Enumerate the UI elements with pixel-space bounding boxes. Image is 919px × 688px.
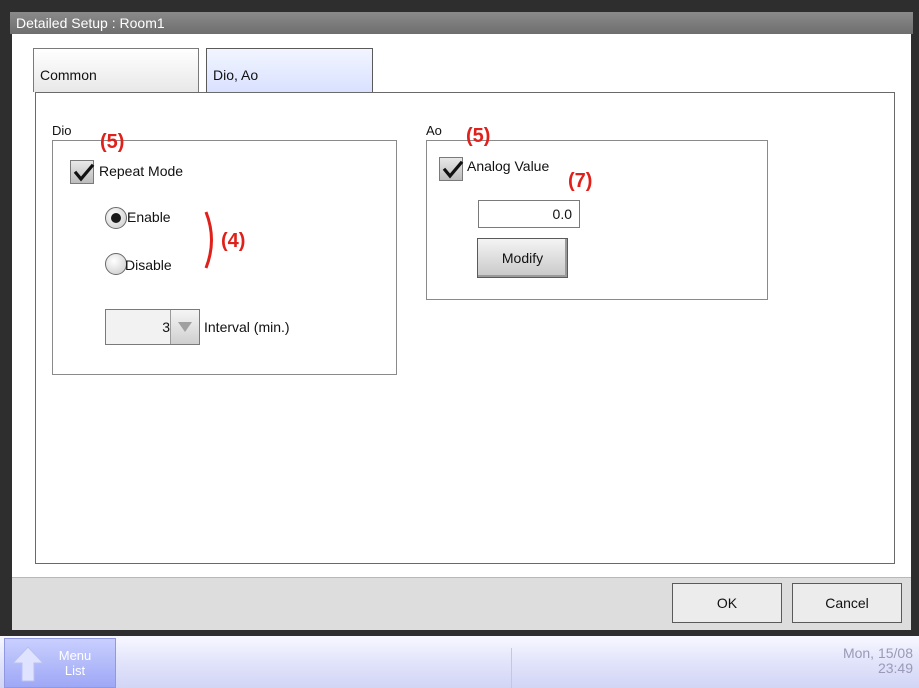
checkmark-icon (442, 160, 464, 179)
radio-enable[interactable] (105, 207, 127, 229)
radio-disable[interactable] (105, 253, 127, 275)
menu-label: Menu (58, 648, 92, 663)
dropdown-arrow-icon[interactable] (170, 310, 199, 344)
menu-list-button[interactable]: Menu List (4, 638, 116, 688)
dio-label-spacer (60, 124, 104, 140)
ok-button[interactable]: OK (672, 583, 782, 623)
clock-time: 23:49 (877, 660, 913, 676)
radio-enable-label: Enable (127, 209, 171, 225)
clock-date: Mon, 15/08 (842, 645, 913, 661)
analog-value-checkbox[interactable] (439, 157, 464, 181)
annotation-ao-checkbox: (5) (466, 125, 491, 147)
up-arrow-icon (11, 646, 45, 682)
checkmark-icon (73, 163, 95, 182)
ao-group-label: Ao (426, 123, 442, 138)
modify-button[interactable]: Modify (477, 238, 568, 278)
list-label: List (64, 663, 86, 678)
window-title: Detailed Setup : Room1 (10, 12, 913, 34)
clock: Mon, 15/08 23:49 (843, 646, 913, 676)
annotation-ao-value: (7) (568, 170, 593, 192)
tab-dio-ao[interactable]: Dio, Ao (206, 48, 373, 94)
annotation-dio-checkbox: (5) (100, 131, 125, 153)
analog-value-field[interactable]: 0.0 (478, 200, 580, 228)
repeat-mode-checkbox[interactable] (70, 160, 95, 184)
radio-disable-label: Disable (125, 257, 172, 273)
analog-value-label: Analog Value (467, 158, 550, 174)
repeat-mode-label: Repeat Mode (99, 163, 184, 179)
annotation-radio-group: (4) (221, 230, 246, 252)
cancel-button[interactable]: Cancel (792, 583, 902, 623)
interval-select[interactable]: 3 (105, 309, 200, 345)
taskbar (0, 636, 919, 688)
tab-common[interactable]: Common (33, 48, 199, 92)
radio-selected-dot-icon (111, 213, 121, 223)
bracket-icon (203, 210, 219, 275)
taskbar-divider (511, 648, 512, 688)
interval-value: 3 (162, 319, 170, 335)
interval-label: Interval (min.) (204, 319, 290, 335)
